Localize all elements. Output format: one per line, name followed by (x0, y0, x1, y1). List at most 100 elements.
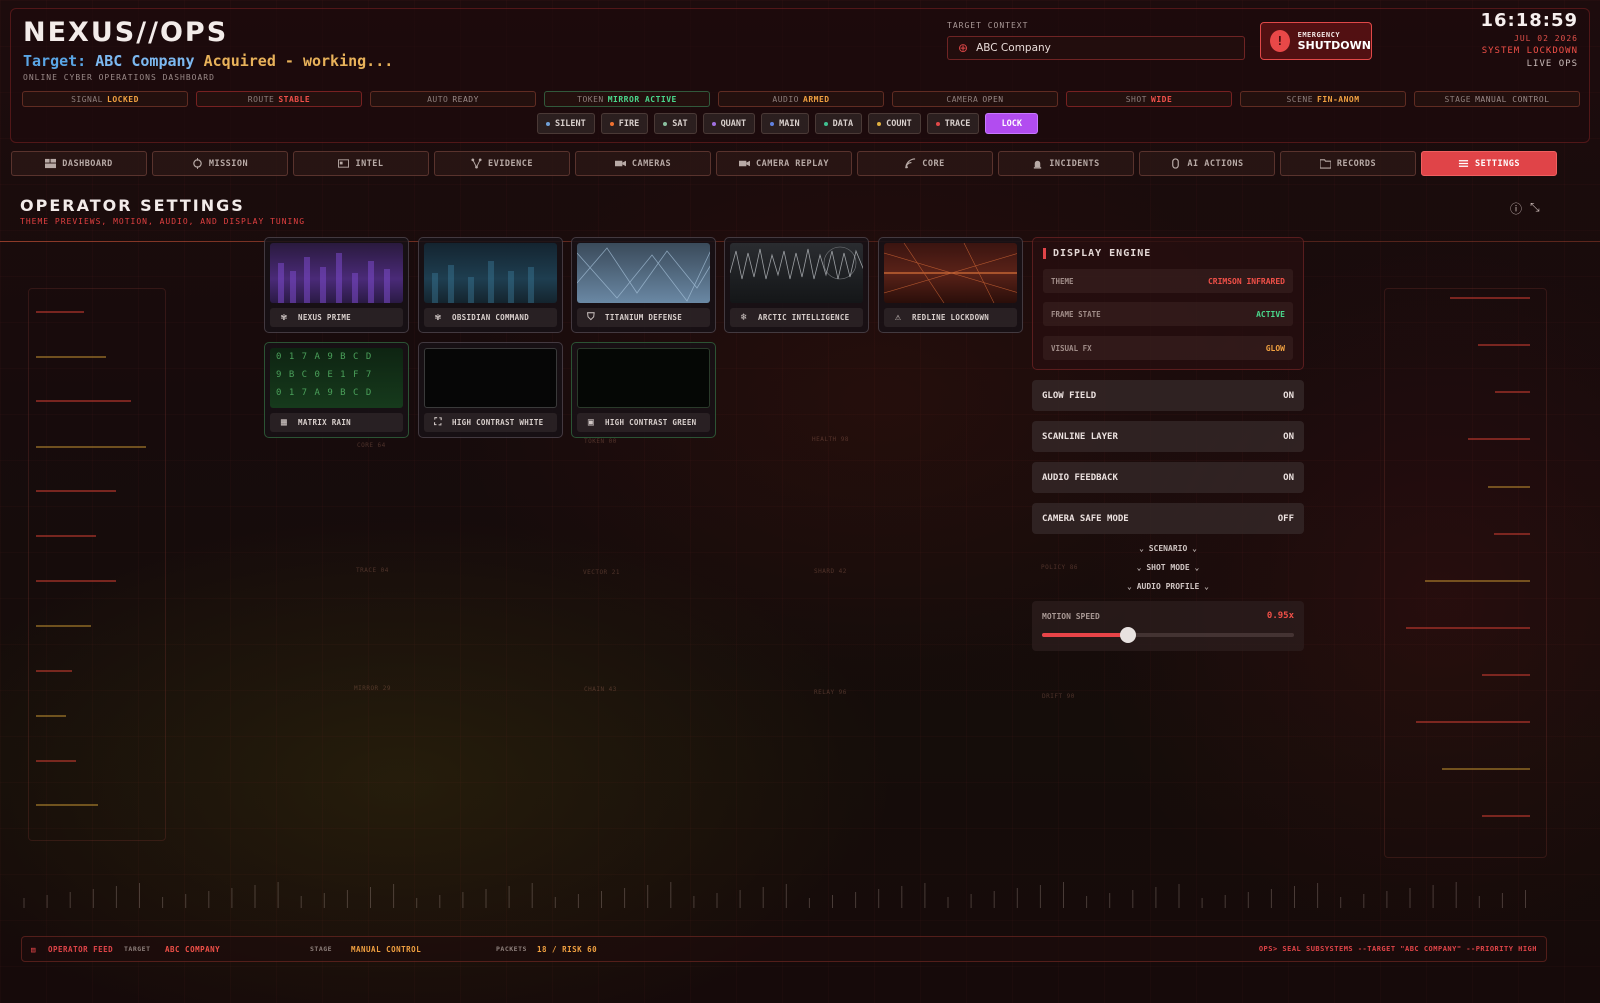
terminal-icon: ▣ (587, 417, 595, 428)
toggle-audio-feedback[interactable]: AUDIO FEEDBACK ON (1032, 462, 1304, 493)
chevron-down-icon: ⌄ (1194, 563, 1200, 572)
decor-bar (1416, 721, 1530, 723)
status-chip-route: ROUTE STABLE (196, 91, 362, 107)
mode-fire-button[interactable]: FIRE (600, 113, 649, 134)
theme-card-obsidian-command[interactable]: ✾ OBSIDIAN COMMAND (418, 237, 563, 333)
tab-dashboard[interactable]: DASHBOARD (11, 151, 147, 176)
expand-icon[interactable]: ⤡ (1530, 200, 1540, 217)
grid-icon: ▦ (280, 417, 288, 428)
info-icon[interactable]: ⓘ (1510, 200, 1522, 217)
display-engine-row-frame: FRAME STATE ACTIVE (1043, 302, 1293, 326)
decor-bar (1482, 815, 1530, 817)
page-subtitle: THEME PREVIEWS, MOTION, AUDIO, AND DISPL… (20, 217, 306, 226)
decor-bar (1494, 533, 1530, 535)
display-engine-row-fx: VISUAL FX GLOW (1043, 336, 1293, 360)
decor-bar (1450, 297, 1530, 299)
tab-camera-replay[interactable]: CAMERA REPLAY (716, 151, 852, 176)
emergency-shutdown-button[interactable]: ! EMERGENCY SHUTDOWN (1260, 22, 1372, 60)
replay-icon (738, 160, 750, 167)
theme-card-matrix-rain[interactable]: 0 1 7 A 9 B C D 9 B C 0 E 1 F 7 0 1 7 A … (264, 342, 409, 438)
target-context-field[interactable]: ⊕ ABC Company (947, 36, 1245, 60)
status-chip-signal: SIGNAL LOCKED (22, 91, 188, 107)
expander-scenario[interactable]: ⌄ SCENARIO ⌄ (1032, 544, 1304, 553)
theme-card-high-contrast-green[interactable]: ▣ HIGH CONTRAST GREEN (571, 342, 716, 438)
network-icon (471, 158, 482, 169)
tab-core[interactable]: CORE (857, 151, 993, 176)
theme-preview (884, 243, 1017, 303)
theme-card-high-contrast-white[interactable]: ⛶ HIGH CONTRAST WHITE (418, 342, 563, 438)
motion-speed-value: 0.95x (1266, 611, 1294, 621)
slider-fill (1042, 633, 1128, 637)
decor-bar (1495, 391, 1530, 393)
mode-trace-button[interactable]: TRACE (926, 113, 980, 134)
tab-records[interactable]: RECORDS (1280, 151, 1416, 176)
target-context-value: ABC Company (976, 42, 1051, 54)
decor-bar (36, 625, 91, 627)
toggle-scanline-layer[interactable]: SCANLINE LAYER ON (1032, 421, 1304, 452)
expander-audio-profile[interactable]: ⌄ AUDIO PROFILE ⌄ (1032, 582, 1304, 591)
decor-bar (36, 580, 116, 582)
mode-sat-button[interactable]: SAT (654, 113, 697, 134)
tab-intel[interactable]: INTEL (293, 151, 429, 176)
chevron-down-icon: ⌄ (1204, 582, 1209, 591)
display-engine-title: DISPLAY ENGINE (1043, 248, 1151, 259)
activity-ticks (23, 882, 1526, 908)
tab-cameras[interactable]: CAMERAS (575, 151, 711, 176)
chevron-down-icon: ⌄ (1127, 582, 1132, 591)
tab-mission[interactable]: MISSION (152, 151, 288, 176)
status-chip-row: SIGNAL LOCKED ROUTE STABLE AUTO READY TOKEN… (22, 91, 1580, 107)
main-nav: DASHBOARD MISSION INTEL EVIDENCE CAMERAS… (11, 151, 1557, 176)
theme-preview (424, 348, 557, 408)
theme-card-redline-lockdown[interactable]: ⚠ REDLINE LOCKDOWN (878, 237, 1023, 333)
theme-preview (424, 243, 557, 303)
hand-icon (1172, 158, 1180, 169)
decor-bar (1425, 580, 1530, 582)
signal-icon (905, 158, 916, 169)
left-decor-panel (28, 288, 166, 841)
mode-quant-button[interactable]: QUANT (702, 113, 756, 134)
slider-handle[interactable] (1119, 627, 1136, 643)
chevron-down-icon: ⌄ (1192, 544, 1197, 553)
decor-bar (36, 446, 146, 448)
toggle-camera-safe-mode[interactable]: CAMERA SAFE MODE OFF (1032, 503, 1304, 534)
shield-icon: ⛉ (587, 312, 595, 323)
theme-card-titanium-defense[interactable]: ⛉ TITANIUM DEFENSE (571, 237, 716, 333)
mode-data-button[interactable]: DATA (814, 113, 863, 134)
decor-bar (36, 535, 96, 537)
dashboard-subtitle: ONLINE CYBER OPERATIONS DASHBOARD (23, 73, 215, 82)
status-chip-stage: STAGE MANUAL CONTROL (1414, 91, 1580, 107)
status-chip-audio: AUDIO ARMED (718, 91, 884, 107)
mode-count-button[interactable]: COUNT (868, 113, 921, 134)
tab-settings[interactable]: SETTINGS (1421, 151, 1557, 176)
feed-stage: MANUAL CONTROL (351, 945, 422, 954)
theme-preview (730, 243, 863, 303)
target-status-line: Target: ABC Company Acquired - working..… (23, 52, 394, 70)
decor-bar (1482, 674, 1530, 676)
theme-preview (577, 243, 710, 303)
feed-command: OPS> SEAL SUBSYSTEMS --TARGET "ABC COMPA… (1258, 945, 1537, 953)
decor-bar (36, 490, 116, 492)
decor-bar (36, 400, 131, 402)
status-chip-token: TOKEN MIRROR ACTIVE (544, 91, 710, 107)
motion-speed-slider[interactable] (1042, 627, 1294, 643)
focus-icon: ⛶ (434, 417, 442, 428)
mode-main-button[interactable]: MAIN (761, 113, 809, 134)
theme-card-nexus-prime[interactable]: ✾ NEXUS PRIME (264, 237, 409, 333)
decor-bar (36, 715, 66, 717)
decor-bar (36, 760, 76, 762)
tab-ai-actions[interactable]: AI ACTIONS (1139, 151, 1275, 176)
feed-target: ABC COMPANY (165, 945, 221, 954)
camera-icon (614, 160, 626, 167)
toggle-glow-field[interactable]: GLOW FIELD ON (1032, 380, 1304, 411)
theme-preview (577, 348, 710, 408)
mode-lock-button[interactable]: LOCK (985, 113, 1039, 134)
page-title: OPERATOR SETTINGS (20, 196, 245, 215)
tab-incidents[interactable]: INCIDENTS (998, 151, 1134, 176)
clock-time: 16:18:59 (1480, 10, 1578, 31)
decor-bar (1442, 768, 1530, 770)
theme-card-arctic-intelligence[interactable]: ❄ ARCTIC INTELLIGENCE (724, 237, 869, 333)
decor-bar (1478, 344, 1530, 346)
tab-evidence[interactable]: EVIDENCE (434, 151, 570, 176)
terminal-icon: ▤ (31, 945, 37, 954)
mode-silent-button[interactable]: SILENT (537, 113, 595, 134)
